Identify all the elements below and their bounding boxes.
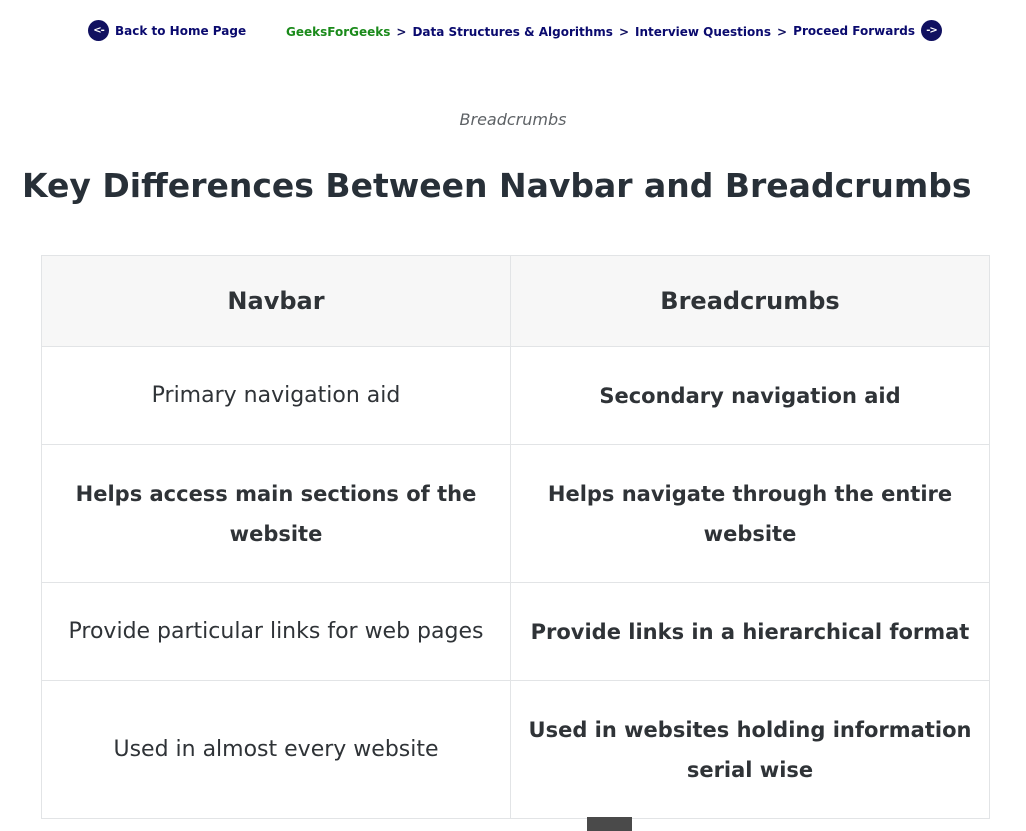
breadcrumb-separator: > [396,25,407,39]
table-cell: Helps access main sections of the websit… [41,444,511,583]
breadcrumb-item-interview[interactable]: Interview Questions [635,25,771,39]
back-to-home-link[interactable]: <- Back to Home Page [88,20,246,41]
table-cell: Used in almost every website [41,680,511,819]
table-cell: Primary navigation aid [41,346,511,445]
breadcrumb-separator: > [776,25,788,39]
image-caption: Breadcrumbs [459,110,567,129]
breadcrumb-trail: GeeksForGeeks > Data Structures & Algori… [286,25,787,39]
breadcrumb-separator: > [618,25,630,39]
table-header-row: Navbar Breadcrumbs [41,255,990,347]
section-heading: Key Differences Between Navbar and Bread… [22,166,972,205]
table-row: Primary navigation aid Secondary navigat… [41,346,990,445]
proceed-forwards-link[interactable]: Proceed Forwards -> [793,20,942,41]
table-cell: Helps navigate through the entire websit… [510,444,990,583]
back-arrow-icon: <- [88,20,109,41]
proceed-forwards-label: Proceed Forwards [793,23,915,38]
column-header-navbar: Navbar [41,255,511,347]
column-header-breadcrumbs: Breadcrumbs [510,255,990,347]
table-cell: Provide links in a hierarchical format [510,582,990,681]
scroll-to-top-button[interactable] [587,817,632,831]
breadcrumb-figure: <- Back to Home Page GeeksForGeeks > Dat… [84,16,946,50]
breadcrumb-item-dsa[interactable]: Data Structures & Algorithms [412,25,613,39]
table-row: Helps access main sections of the websit… [41,444,990,583]
comparison-table: Navbar Breadcrumbs Primary navigation ai… [41,255,990,819]
table-cell: Secondary navigation aid [510,346,990,445]
breadcrumb-item-home[interactable]: GeeksForGeeks [286,25,390,39]
forward-arrow-icon: -> [921,20,942,41]
back-to-home-label: Back to Home Page [115,23,247,38]
table-row: Provide particular links for web pages P… [41,582,990,681]
table-cell: Provide particular links for web pages [41,582,511,681]
table-cell: Used in websites holding information ser… [510,680,990,819]
table-row: Used in almost every website Used in web… [41,680,990,819]
